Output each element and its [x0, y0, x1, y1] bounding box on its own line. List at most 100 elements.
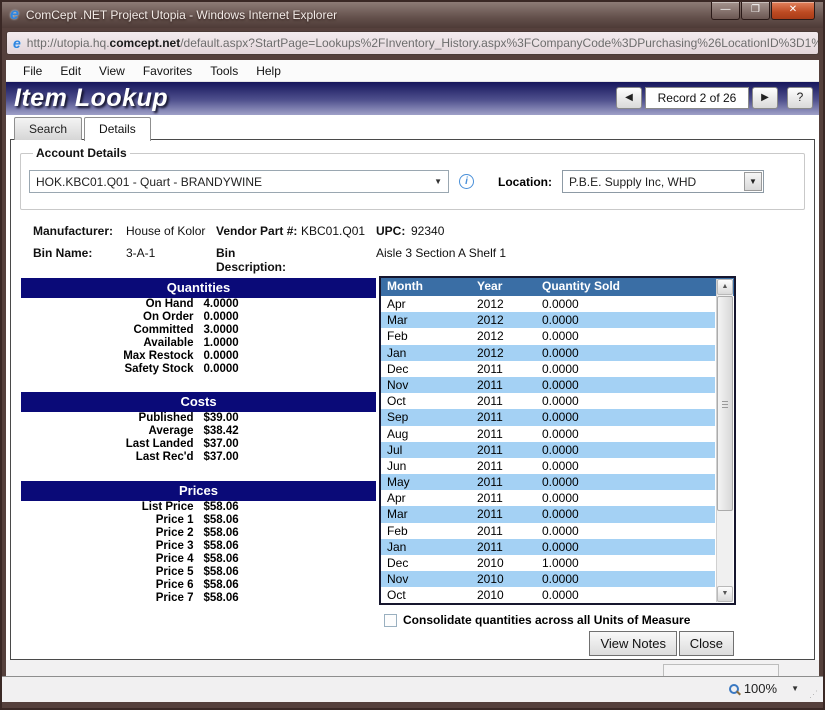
cost-row: Last Landed$37.00	[21, 438, 376, 451]
tab-details[interactable]: Details	[84, 117, 151, 141]
costs-rows: Published$39.00Average$38.42Last Landed$…	[21, 412, 376, 464]
table-row[interactable]: Jan20120.0000	[381, 345, 715, 361]
price-row: Price 1$58.06	[21, 514, 376, 527]
quantity-row: Available1.0000	[21, 337, 376, 350]
menu-view[interactable]: View	[90, 62, 134, 80]
column-month[interactable]: Month	[381, 278, 471, 296]
next-record-button[interactable]: ▶	[752, 87, 778, 109]
menu-help[interactable]: Help	[247, 62, 290, 80]
details-panel: Account Details HOK.KBC01.Q01 - Quart - …	[10, 139, 815, 660]
location-dropdown-value: P.B.E. Supply Inc, WHD	[563, 175, 744, 189]
url-domain: comcept.net	[110, 36, 181, 50]
price-row: Price 3$58.06	[21, 540, 376, 553]
info-icon[interactable]: i	[459, 174, 474, 189]
table-row[interactable]: Apr20120.0000	[381, 296, 715, 312]
price-row: List Price$58.06	[21, 501, 376, 514]
zoom-caret-icon[interactable]: ▼	[791, 684, 799, 693]
cost-row: Average$38.42	[21, 425, 376, 438]
item-info-grid: Manufacturer: House of Kolor Vendor Part…	[33, 224, 804, 274]
resize-grip[interactable]: ⋰	[809, 689, 819, 699]
content-bottom-strip	[6, 660, 819, 676]
table-row[interactable]: Sep20110.0000	[381, 409, 715, 425]
item-dropdown[interactable]: HOK.KBC01.Q01 - Quart - BRANDYWINE ▼	[29, 170, 449, 193]
costs-header: Costs	[21, 392, 376, 412]
table-row[interactable]: Feb20110.0000	[381, 523, 715, 539]
url-prefix: http://utopia.hq.	[27, 36, 110, 50]
table-row[interactable]: Jul20110.0000	[381, 442, 715, 458]
quantity-row: On Hand4.0000	[21, 298, 376, 311]
price-row: Price 7$58.06	[21, 592, 376, 605]
window-title: ComCept .NET Project Utopia - Windows In…	[26, 8, 337, 22]
table-row[interactable]: May20110.0000	[381, 474, 715, 490]
prices-rows: List Price$58.06Price 1$58.06Price 2$58.…	[21, 501, 376, 605]
title-bar: e ComCept .NET Project Utopia - Windows …	[2, 2, 823, 28]
upc-label: UPC:	[376, 224, 411, 238]
tab-search[interactable]: Search	[14, 117, 82, 140]
table-row[interactable]: Feb20120.0000	[381, 328, 715, 344]
bin-name-value: 3-A-1	[126, 246, 216, 274]
scroll-corner	[663, 664, 779, 676]
consolidate-label: Consolidate quantities across all Units …	[403, 613, 690, 627]
zoom-control[interactable]: 100% ▼	[729, 681, 799, 696]
table-row[interactable]: Mar20110.0000	[381, 506, 715, 522]
bin-name-label: Bin Name:	[33, 246, 126, 274]
quantity-row: Max Restock0.0000	[21, 350, 376, 363]
table-row[interactable]: Dec20101.0000	[381, 555, 715, 571]
minimize-button[interactable]: —	[711, 2, 740, 20]
quantity-row: Committed3.0000	[21, 324, 376, 337]
previous-record-button[interactable]: ◀	[616, 87, 642, 109]
location-dropdown-button[interactable]: ▼	[744, 172, 762, 191]
price-row: Price 6$58.06	[21, 579, 376, 592]
column-year[interactable]: Year	[471, 278, 536, 296]
consolidate-row: Consolidate quantities across all Units …	[384, 613, 690, 627]
cost-row: Published$39.00	[21, 412, 376, 425]
scroll-up-icon[interactable]: ▲	[717, 279, 733, 295]
table-row[interactable]: Nov20110.0000	[381, 377, 715, 393]
browser-client-area: File Edit View Favorites Tools Help Item…	[6, 60, 819, 676]
close-button[interactable]: Close	[679, 631, 734, 656]
table-row[interactable]: Aug20110.0000	[381, 426, 715, 442]
menu-bar: File Edit View Favorites Tools Help	[6, 60, 819, 82]
quantities-panel: Quantities On Hand4.0000On Order0.0000Co…	[21, 278, 376, 376]
ie-icon: e	[10, 7, 19, 23]
maximize-button[interactable]: ❐	[741, 2, 770, 20]
manufacturer-label: Manufacturer:	[33, 224, 126, 238]
record-counter: Record 2 of 26	[645, 87, 749, 109]
table-row[interactable]: Mar20120.0000	[381, 312, 715, 328]
chevron-down-icon: ▼	[434, 177, 442, 186]
consolidate-checkbox[interactable]	[384, 614, 397, 627]
url-input[interactable]: e http://utopia.hq.comcept.net/default.a…	[6, 31, 819, 55]
url-path: /default.aspx?StartPage=Lookups%2FInvent…	[180, 36, 819, 50]
table-row[interactable]: Dec20110.0000	[381, 361, 715, 377]
upc-value: 92340	[411, 224, 804, 238]
menu-tools[interactable]: Tools	[201, 62, 247, 80]
scroll-down-icon[interactable]: ▼	[717, 586, 733, 602]
history-table-body: Apr20120.0000Mar20120.0000Feb20120.0000J…	[381, 296, 715, 603]
price-row: Price 2$58.06	[21, 527, 376, 540]
cost-row: Last Rec'd$37.00	[21, 451, 376, 464]
manufacturer-value: House of Kolor	[126, 224, 216, 238]
column-quantity-sold[interactable]: Quantity Sold	[536, 278, 734, 296]
table-row[interactable]: Apr20110.0000	[381, 490, 715, 506]
help-button[interactable]: ?	[787, 87, 813, 109]
scrollbar-thumb[interactable]	[717, 296, 733, 511]
table-row[interactable]: Nov20100.0000	[381, 571, 715, 587]
menu-edit[interactable]: Edit	[51, 62, 90, 80]
menu-file[interactable]: File	[14, 62, 51, 80]
quantities-header: Quantities	[21, 278, 376, 298]
close-window-button[interactable]: ✕	[771, 2, 815, 20]
price-row: Price 4$58.06	[21, 553, 376, 566]
table-row[interactable]: Jun20110.0000	[381, 458, 715, 474]
view-notes-button[interactable]: View Notes	[589, 631, 677, 656]
menu-favorites[interactable]: Favorites	[134, 62, 201, 80]
table-scrollbar[interactable]: ▲ ▼	[716, 279, 733, 602]
costs-panel: Costs Published$39.00Average$38.42Last L…	[21, 392, 376, 464]
address-bar: e http://utopia.hq.comcept.net/default.a…	[6, 28, 819, 58]
table-row[interactable]: Oct20110.0000	[381, 393, 715, 409]
sales-history-table: Month Year Quantity Sold Apr20120.0000Ma…	[379, 276, 736, 605]
account-details-group: Account Details HOK.KBC01.Q01 - Quart - …	[20, 146, 805, 210]
location-dropdown[interactable]: P.B.E. Supply Inc, WHD ▼	[562, 170, 764, 193]
page-header: Item Lookup ◀ Record 2 of 26 ▶ ?	[6, 82, 819, 115]
table-row[interactable]: Oct20100.0000	[381, 587, 715, 603]
table-row[interactable]: Jan20110.0000	[381, 539, 715, 555]
